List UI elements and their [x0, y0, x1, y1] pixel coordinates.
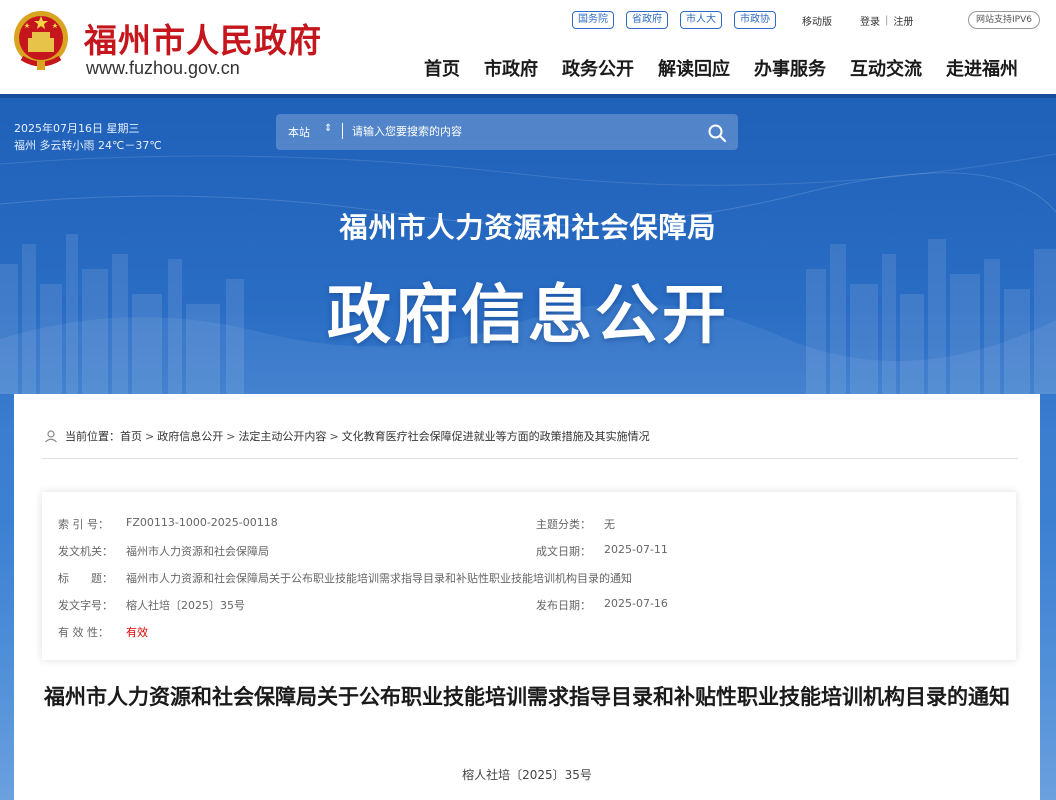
issuer-label: 发文机关： [58, 545, 113, 558]
index-number-label: 索 引 号： [58, 518, 109, 531]
content-card: 当前位置： 首页 > 政府信息公开 > 法定主动公开内容 > 文化教育医疗社会保… [14, 394, 1040, 800]
main-nav: 首页 市政府 政务公开 解读回应 办事服务 互动交流 走进福州 [412, 55, 1030, 81]
login-link[interactable]: 登录 [860, 13, 880, 28]
document-number-value: 榕人社培〔2025〕35号 [126, 599, 245, 612]
title-label: 标 题： [58, 572, 113, 585]
nav-interaction[interactable]: 互动交流 [850, 55, 922, 81]
breadcrumb-statutory-content[interactable]: 法定主动公开内容 [238, 428, 326, 444]
toplink-province[interactable]: 省政府 [626, 11, 668, 29]
validity-value: 有效 [126, 626, 148, 639]
topic-value: 无 [604, 518, 615, 531]
written-date-value: 2025-07-11 [604, 543, 668, 556]
document-metadata-panel: 索 引 号： FZ00113-1000-2025-00118 主题分类： 无 发… [42, 492, 1016, 660]
scope-caret-icon[interactable]: ⇕ [324, 123, 332, 134]
bureau-title: 福州市人力资源和社会保障局 [339, 211, 717, 244]
toplink-npc[interactable]: 市人大 [680, 11, 722, 29]
index-number-value: FZ00113-1000-2025-00118 [126, 516, 278, 529]
date-display: 2025年07月16日 星期三 [14, 122, 140, 135]
top-links: 国务院 省政府 市人大 市政协 移动版 登录 | 注册 [572, 11, 913, 29]
toplink-cppcc[interactable]: 市政协 [734, 11, 776, 29]
title-value: 福州市人力资源和社会保障局关于公布职业技能培训需求指导目录和补贴性职业技能培训机… [126, 572, 632, 585]
nav-home[interactable]: 首页 [424, 55, 460, 81]
banner-headline: 政府信息公开 [327, 279, 729, 353]
breadcrumb-separator: > [145, 429, 155, 443]
site-name[interactable]: 福州市人民政府 [84, 14, 322, 62]
breadcrumb-home[interactable]: 首页 [120, 428, 142, 444]
written-date-label: 成文日期： [536, 545, 591, 558]
mobile-version-link[interactable]: 移动版 [802, 13, 832, 28]
breadcrumb-label: 当前位置： [65, 430, 120, 443]
nav-city-government[interactable]: 市政府 [484, 55, 538, 81]
breadcrumb-current-category[interactable]: 文化教育医疗社会保障促进就业等方面的政策措施及其实施情况 [342, 428, 650, 444]
util-separator: | [885, 14, 889, 26]
document-number-label: 发文字号： [58, 599, 113, 612]
document-title: 福州市人力资源和社会保障局关于公布职业技能培训需求指导目录和补贴性职业技能培训机… [44, 685, 1010, 709]
publish-date-label: 发布日期： [536, 599, 591, 612]
register-link[interactable]: 注册 [893, 13, 913, 28]
national-emblem-icon[interactable] [12, 8, 70, 72]
toplink-state-council[interactable]: 国务院 [572, 11, 614, 29]
site-url: www.fuzhou.gov.cn [86, 58, 240, 78]
nav-government-affairs[interactable]: 政务公开 [562, 55, 634, 81]
breadcrumb-divider [42, 458, 1018, 459]
weather-display: 福州 多云转小雨 24℃－37℃ [14, 139, 162, 152]
breadcrumb: 当前位置： 首页 > 政府信息公开 > 法定主动公开内容 > 文化教育医疗社会保… [44, 428, 650, 444]
topic-label: 主题分类： [536, 518, 591, 531]
ipv6-badge: 网站支持IPV6 [968, 11, 1040, 29]
breadcrumb-separator: > [226, 429, 236, 443]
nav-services[interactable]: 办事服务 [754, 55, 826, 81]
breadcrumb-info-disclosure[interactable]: 政府信息公开 [157, 428, 223, 444]
search-icon[interactable] [706, 122, 728, 144]
site-header: 福州市人民政府 www.fuzhou.gov.cn 国务院 省政府 市人大 市政… [0, 0, 1056, 94]
validity-label: 有 效 性： [58, 626, 109, 639]
publish-date-value: 2025-07-16 [604, 597, 668, 610]
nav-about-fuzhou[interactable]: 走进福州 [946, 55, 1018, 81]
document-number: 榕人社培〔2025〕35号 [462, 768, 592, 782]
issuer-value: 福州市人力资源和社会保障局 [126, 545, 269, 558]
search-scope-select[interactable]: 本站 [288, 124, 310, 140]
search-divider [342, 123, 343, 139]
search-bar: 本站 ⇕ [276, 114, 738, 150]
search-input[interactable] [352, 119, 692, 143]
breadcrumb-separator: > [329, 429, 339, 443]
nav-interpretation[interactable]: 解读回应 [658, 55, 730, 81]
location-icon [45, 430, 57, 443]
